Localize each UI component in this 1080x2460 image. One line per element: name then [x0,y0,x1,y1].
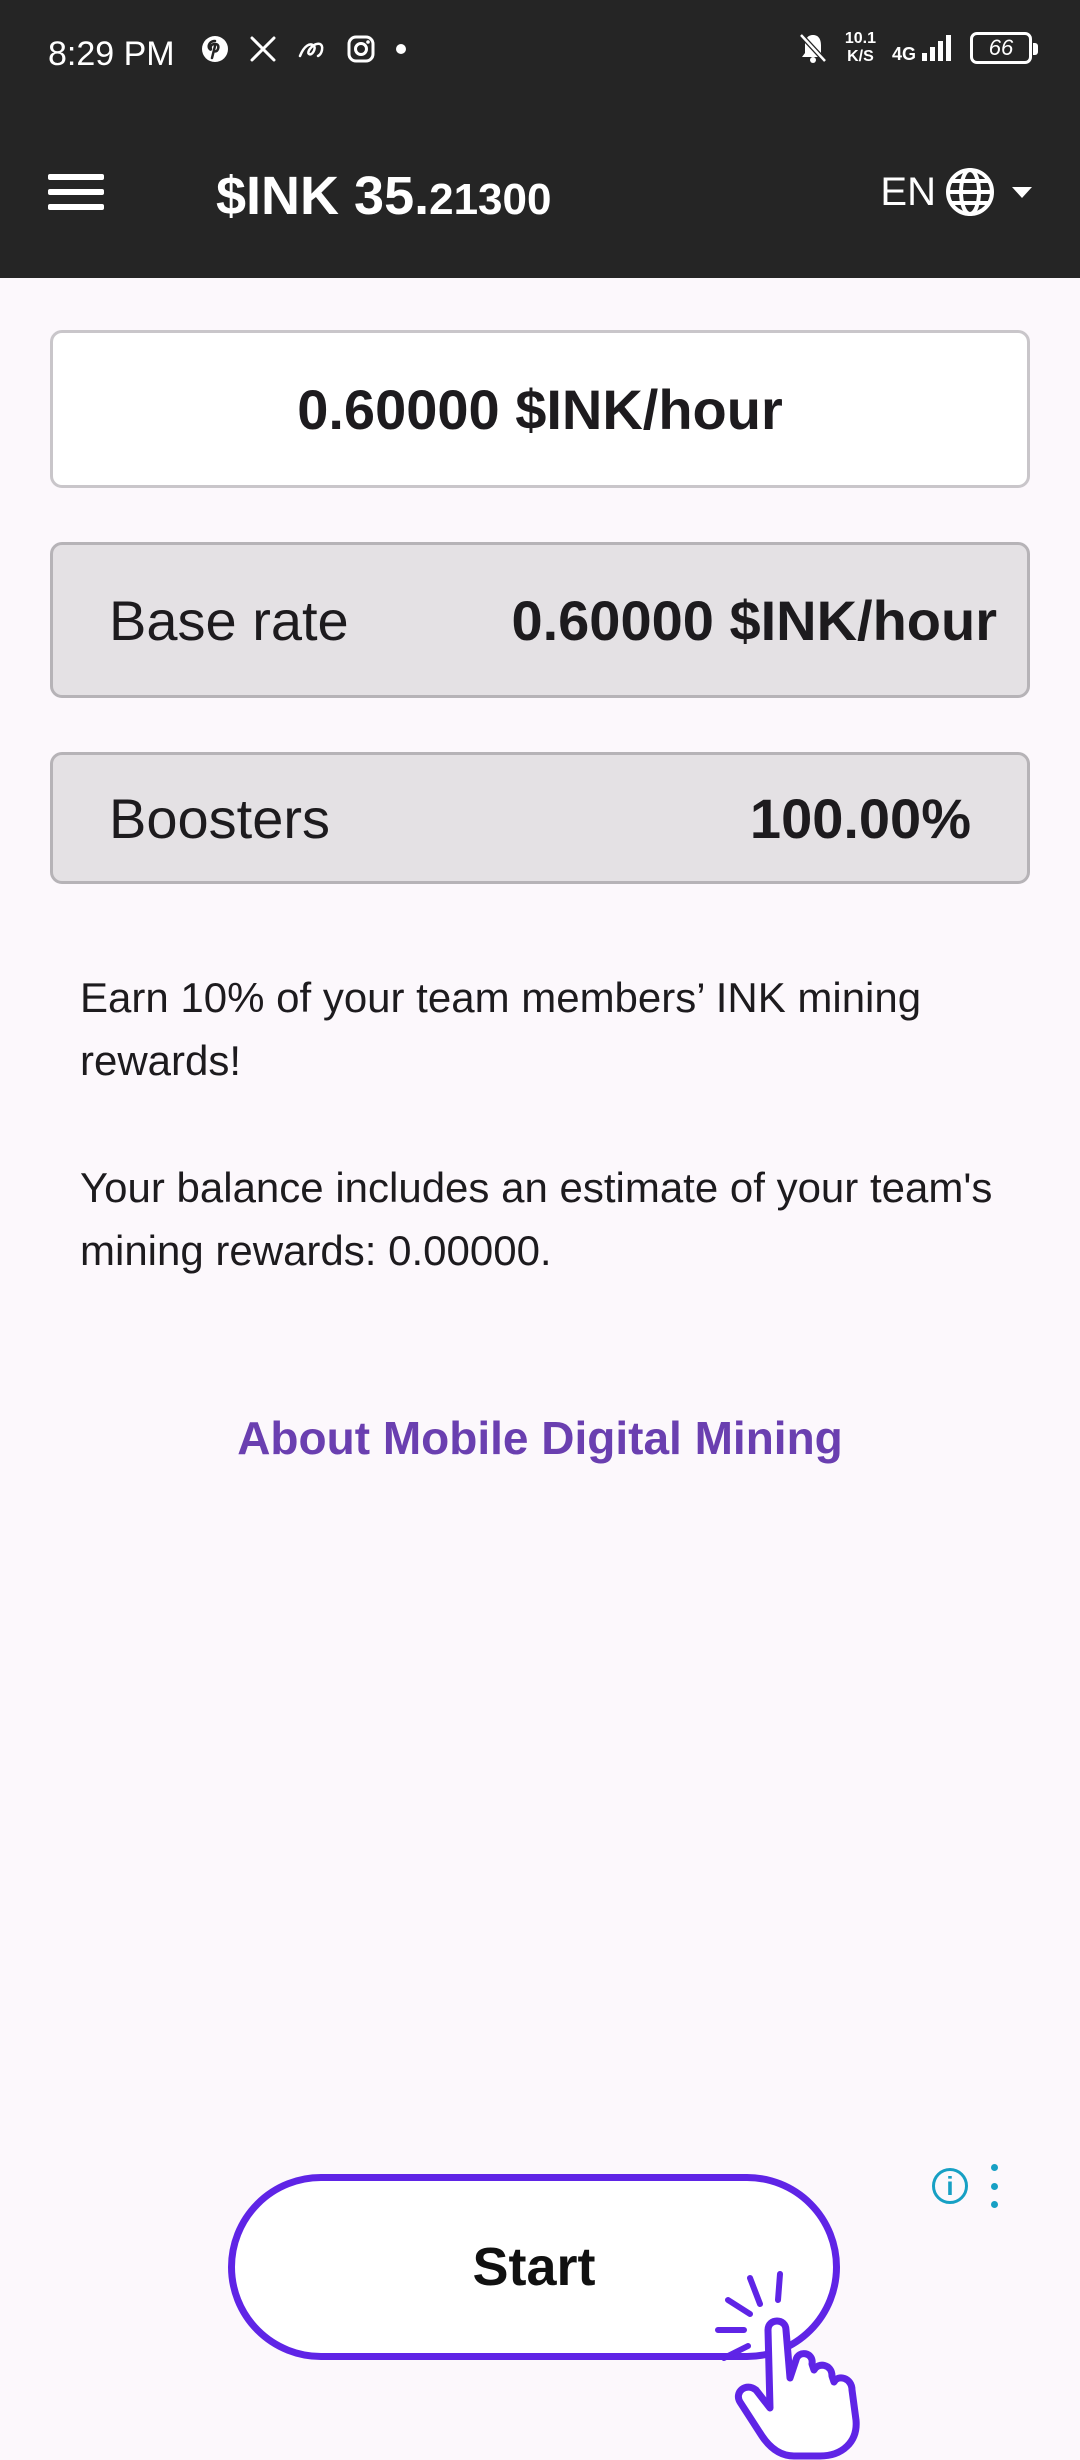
network-type: 4G [891,44,916,64]
x-icon [250,36,276,62]
notification-icons [200,34,408,64]
about-mining-link[interactable]: About Mobile Digital Mining [0,1406,1080,1470]
chevron-down-icon [1012,187,1032,198]
ad-more-icon[interactable] [984,2164,1004,2208]
language-code: EN [880,170,936,214]
battery-level: 66 [988,35,1014,60]
battery-icon: 66 [970,32,1038,64]
instagram-icon [347,35,375,63]
network-speed-value: 10.1 [844,30,876,47]
language-selector[interactable]: EN [880,162,1040,222]
signal-indicator: 4G [892,33,954,63]
base-rate-card: Base rate 0.60000 $INK/hour [50,542,1030,698]
balance-main: $INK 35. [216,166,430,226]
base-rate-label: Base rate [109,588,349,652]
signal-icon [922,35,951,61]
globe-icon [946,168,994,216]
base-rate-value: 0.60000 $INK/hour [511,588,997,652]
link-icon [298,42,324,58]
network-speed-unit: K/S [847,48,874,65]
ad-start-label: Start [472,2237,596,2297]
balance-display: $INK 35.21300 [216,160,551,236]
bell-muted-icon [799,33,827,63]
network-speed: 10.1 K/S [845,30,876,66]
boosters-card: Boosters 100.00% [50,752,1030,884]
mining-rate-card: 0.60000 $INK/hour [50,330,1030,488]
pointing-hand-icon [715,2271,860,2460]
ad-info-icon[interactable]: i [932,2168,968,2204]
boosters-label: Boosters [109,786,330,850]
top-bar: 8:29 PM 10.1 K/S 4G 66 $INK 35.21300 EN [0,0,1080,278]
status-time: 8:29 PM [48,35,175,73]
menu-button[interactable] [48,162,120,222]
team-rewards-note: Earn 10% of your team members’ INK minin… [80,974,922,1084]
system-icons: 10.1 K/S 4G 66 [797,30,1038,66]
balance-estimate-note: Your balance includes an estimate of you… [80,1164,993,1274]
balance-decimals: 21300 [429,175,552,224]
mining-rate: 0.60000 $INK/hour [297,377,783,441]
dot-icon [396,44,406,54]
pinterest-icon [202,36,228,62]
boosters-value: 100.00% [749,786,971,850]
